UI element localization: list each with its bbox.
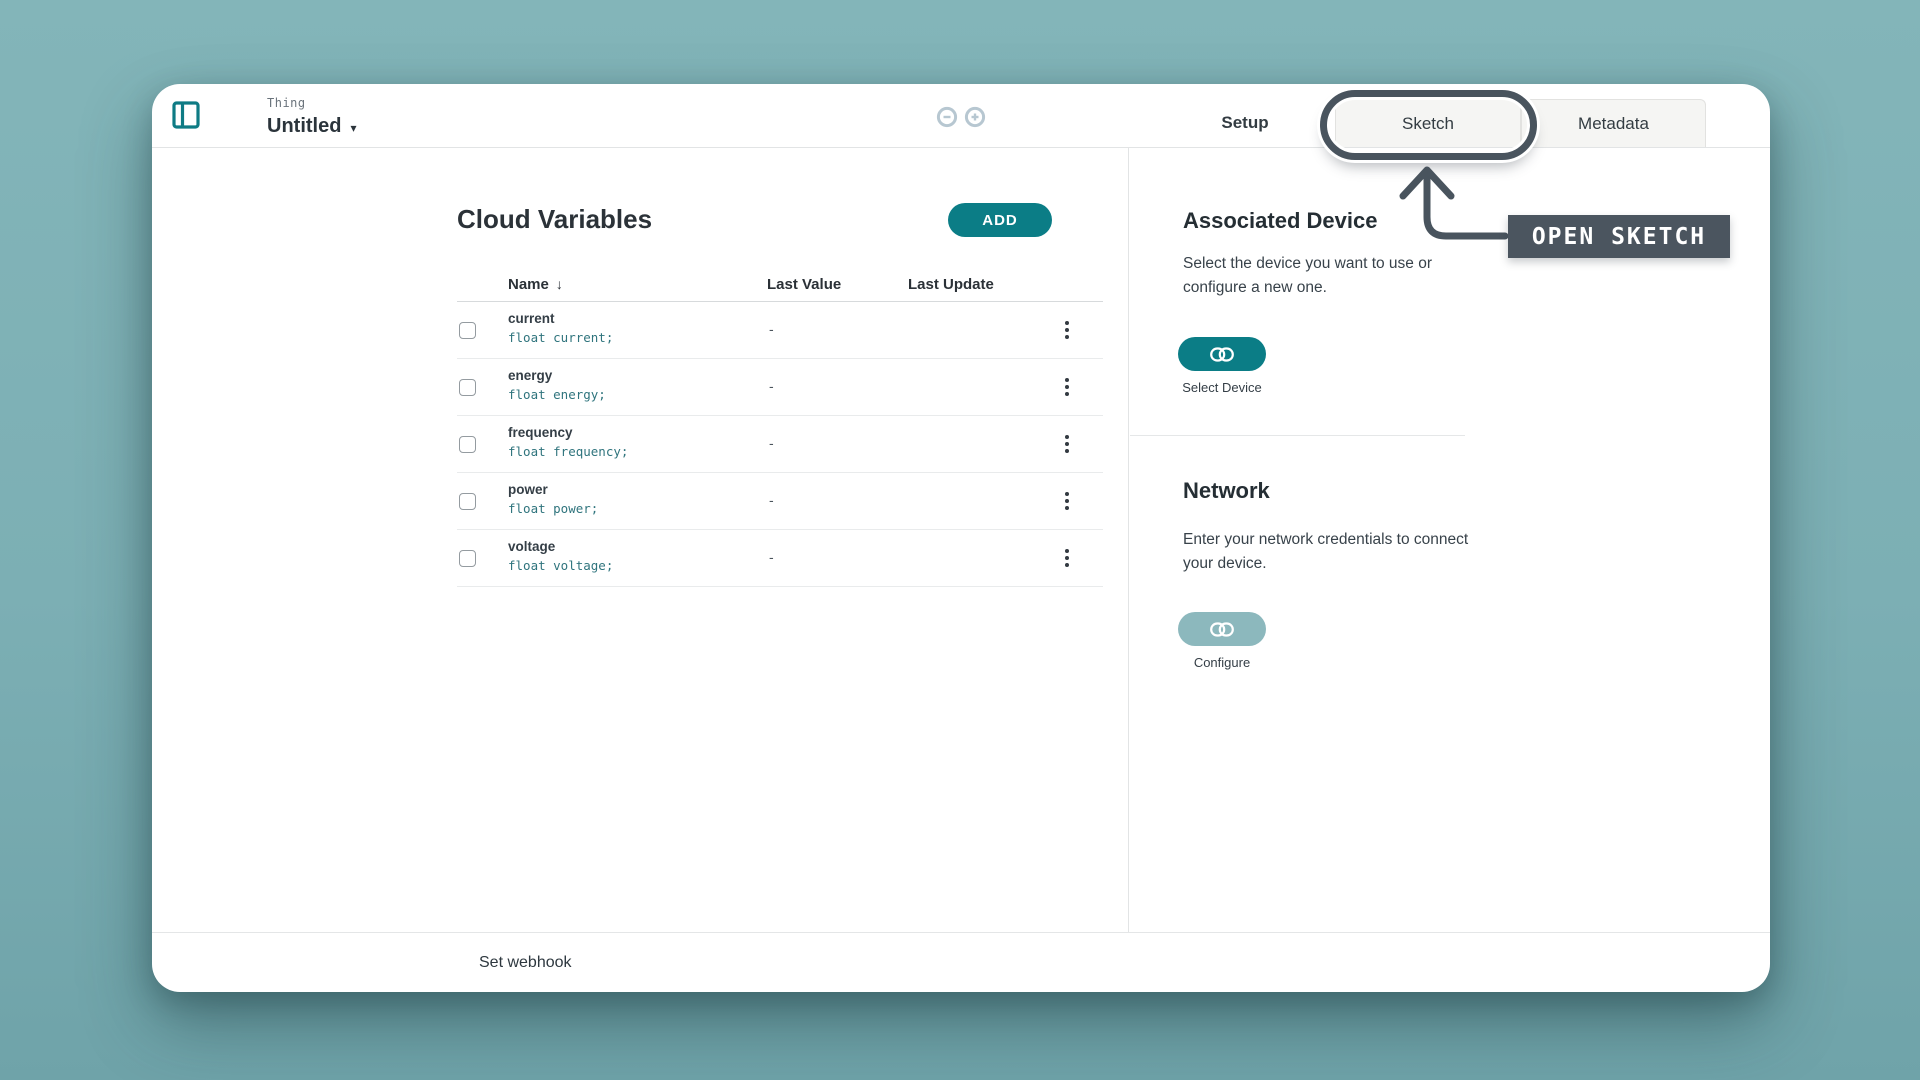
add-variable-button[interactable]: ADD (948, 203, 1052, 237)
last-value-cell: - (769, 435, 774, 451)
sidebar-toggle-button[interactable] (172, 101, 200, 129)
table-row: voltage float voltage; - (457, 530, 1103, 587)
column-header-last-value: Last Value (767, 276, 841, 293)
variable-name[interactable]: energy (508, 368, 552, 383)
table-row: energy float energy; - (457, 359, 1103, 416)
configure-network-block: Configure (1178, 612, 1266, 670)
table-row: current float current; - (457, 302, 1103, 359)
row-menu-button[interactable] (1053, 486, 1081, 516)
tab-setup[interactable]: Setup (1155, 99, 1335, 147)
variables-table-header: Name↓ Last Value Last Update (457, 270, 1103, 302)
row-menu-button[interactable] (1053, 315, 1081, 345)
panel-left-icon (172, 101, 200, 129)
last-value-cell: - (769, 492, 774, 508)
chevron-down-icon: ▾ (350, 119, 356, 134)
link-icon (1210, 347, 1234, 362)
variables-table-body: current float current; - energy float energy… (457, 302, 1103, 587)
column-header-last-update: Last Update (908, 276, 994, 293)
row-menu-button[interactable] (1053, 543, 1081, 573)
associated-device-title: Associated Device (1183, 208, 1377, 234)
link-icon (1210, 622, 1234, 637)
tab-metadata[interactable]: Metadata (1521, 99, 1706, 147)
last-value-cell: - (769, 321, 774, 337)
configure-network-button[interactable] (1178, 612, 1266, 646)
network-title: Network (1183, 478, 1270, 504)
variable-name[interactable]: voltage (508, 539, 555, 554)
last-value-cell: - (769, 378, 774, 394)
variable-declaration: float frequency; (508, 444, 628, 459)
select-device-button[interactable] (1178, 337, 1266, 371)
column-header-name[interactable]: Name↓ (508, 276, 563, 293)
page-footer: Set webhook (152, 932, 1770, 992)
row-menu-button[interactable] (1053, 429, 1081, 459)
thing-label: Thing (267, 96, 356, 110)
arduino-logo (935, 106, 987, 133)
associated-device-description: Select the device you want to use or con… (1183, 252, 1483, 300)
variable-name[interactable]: frequency (508, 425, 573, 440)
row-checkbox[interactable] (459, 379, 476, 396)
configure-network-label: Configure (1178, 655, 1266, 670)
table-row: power float power; - (457, 473, 1103, 530)
section-divider (1130, 435, 1465, 436)
annotation-arrow (1382, 154, 1522, 249)
row-checkbox[interactable] (459, 436, 476, 453)
select-device-label: Select Device (1178, 380, 1266, 395)
variable-name[interactable]: current (508, 311, 555, 326)
panel-divider (1128, 147, 1129, 932)
thing-name-dropdown[interactable]: Untitled ▾ (267, 115, 356, 138)
row-checkbox[interactable] (459, 322, 476, 339)
variable-name[interactable]: power (508, 482, 548, 497)
thing-page-card: Thing Untitled ▾ Setup Sketch Metadata C… (152, 84, 1770, 992)
open-sketch-callout: OPEN SKETCH (1508, 215, 1730, 258)
select-device-block: Select Device (1178, 337, 1266, 395)
cloud-variables-title: Cloud Variables (457, 204, 652, 235)
thing-tabs: Setup Sketch Metadata (1155, 99, 1706, 147)
last-value-cell: - (769, 549, 774, 565)
variable-declaration: float energy; (508, 387, 606, 402)
table-row: frequency float frequency; - (457, 416, 1103, 473)
thing-name: Untitled (267, 115, 341, 138)
sort-desc-icon: ↓ (556, 276, 563, 292)
row-menu-button[interactable] (1053, 372, 1081, 402)
thing-title-block: Thing Untitled ▾ (267, 96, 356, 138)
set-webhook-button[interactable]: Set webhook (479, 933, 572, 993)
variables-table: Name↓ Last Value Last Update current floa… (457, 270, 1103, 587)
row-checkbox[interactable] (459, 550, 476, 567)
row-checkbox[interactable] (459, 493, 476, 510)
header-divider (152, 147, 1770, 148)
variable-declaration: float voltage; (508, 558, 613, 573)
variable-declaration: float current; (508, 330, 613, 345)
variable-declaration: float power; (508, 501, 598, 516)
network-description: Enter your network credentials to connec… (1183, 528, 1483, 576)
tab-sketch[interactable]: Sketch (1335, 99, 1521, 147)
